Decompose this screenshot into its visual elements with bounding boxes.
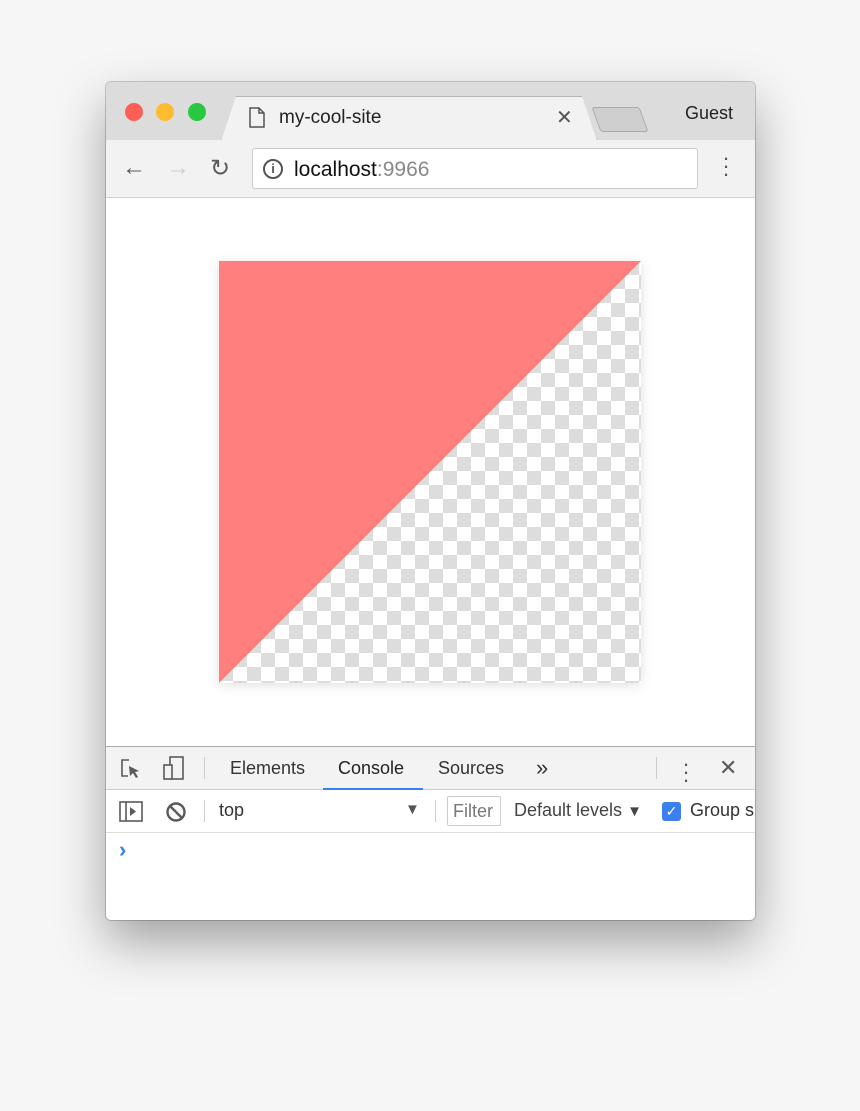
device-toolbar-icon[interactable] <box>162 756 186 782</box>
url-port: :9966 <box>376 158 430 181</box>
devtools-menu-icon[interactable]: · · · <box>679 753 693 791</box>
console-prompt[interactable]: › <box>119 837 126 863</box>
more-menu-icon[interactable]: · · · <box>719 147 733 185</box>
context-select[interactable]: top <box>219 800 244 821</box>
sidebar-toggle-icon[interactable] <box>119 801 143 822</box>
minimize-window-button[interactable] <box>156 103 174 121</box>
close-window-button[interactable] <box>125 103 143 121</box>
tab-elements[interactable]: Elements <box>230 758 305 779</box>
maximize-window-button[interactable] <box>188 103 206 121</box>
red-triangle <box>219 261 641 683</box>
info-icon[interactable]: i <box>263 159 283 179</box>
levels-dropdown-icon: ▼ <box>627 803 642 820</box>
new-tab-button[interactable] <box>591 107 649 132</box>
inspect-element-icon[interactable] <box>120 758 142 780</box>
back-arrow-icon[interactable]: ← <box>122 154 146 182</box>
clear-console-icon[interactable] <box>165 801 187 823</box>
tab-close-icon[interactable]: ✕ <box>556 105 573 130</box>
tab-title: my-cool-site <box>279 107 382 128</box>
levels-label: Default levels <box>514 800 623 820</box>
reload-icon[interactable]: ↻ <box>210 154 230 183</box>
close-devtools-icon[interactable]: ✕ <box>719 755 737 781</box>
title-bar: my-cool-site ✕ Guest <box>106 82 755 141</box>
devtools-panel: Elements Console Sources » · · · ✕ top ▼ F… <box>106 746 755 920</box>
group-checkbox[interactable]: ✓ <box>662 802 681 821</box>
canvas <box>219 261 641 683</box>
more-tabs-icon[interactable]: » <box>536 755 548 781</box>
toolbar: ← → ↻ i localhost:9966 · · · <box>106 140 755 198</box>
context-dropdown-icon[interactable]: ▼ <box>405 801 420 818</box>
devtools-tabbar: Elements Console Sources » · · · ✕ <box>106 747 755 791</box>
tab-console[interactable]: Console <box>338 758 404 779</box>
group-similar-label: Group s <box>690 800 755 820</box>
document-icon <box>249 107 265 128</box>
filter-input[interactable]: Filter <box>447 796 501 826</box>
console-toolbar: top ▼ Filter Default levels ▼ ✓ Group s <box>106 790 755 833</box>
browser-window: my-cool-site ✕ Guest ← → ↻ i localhost:9… <box>106 82 755 920</box>
address-bar[interactable]: i localhost:9966 <box>252 148 698 189</box>
url-host: localhost <box>294 158 377 181</box>
forward-arrow-icon[interactable]: → <box>166 154 190 182</box>
profile-label[interactable]: Guest <box>685 103 733 124</box>
tab-sources[interactable]: Sources <box>438 758 504 779</box>
levels-dropdown[interactable]: Default levels ▼ <box>514 800 642 821</box>
